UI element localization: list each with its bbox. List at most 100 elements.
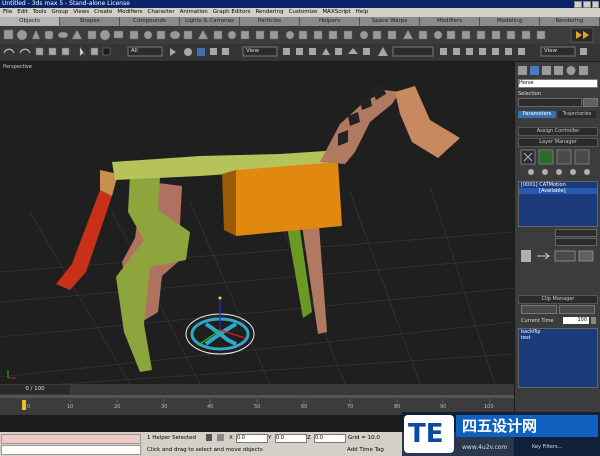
hose-icon[interactable] xyxy=(285,30,295,40)
layer-list[interactable]: [0001] CATMotion [Available] xyxy=(518,181,598,227)
capsule-icon[interactable] xyxy=(240,30,250,40)
tab-shapes[interactable]: Shapes xyxy=(60,17,120,26)
tab-objects[interactable]: Objects xyxy=(0,17,60,26)
selection-set-button[interactable] xyxy=(583,98,598,107)
oiltank-icon[interactable] xyxy=(169,30,181,40)
torus-icon[interactable] xyxy=(57,31,69,39)
wall-icon[interactable] xyxy=(387,30,397,40)
cylinder-icon[interactable] xyxy=(44,30,54,40)
select-by-name-icon[interactable] xyxy=(90,47,99,56)
pivot-center-icon[interactable] xyxy=(283,48,290,55)
redo-icon[interactable] xyxy=(19,48,31,54)
layer-item[interactable]: [Available] xyxy=(519,188,597,194)
selection-dropdown[interactable] xyxy=(518,98,582,107)
chamferbox-icon[interactable] xyxy=(156,30,166,40)
render-scene-icon[interactable] xyxy=(479,48,486,55)
menu-graph-editors[interactable]: Graph Editors xyxy=(213,8,251,17)
y-coord-field[interactable]: 0.0 xyxy=(275,434,307,443)
bind-spacewarp-icon[interactable] xyxy=(61,47,70,56)
perspective-viewport[interactable]: Perspective xyxy=(0,62,514,384)
gengon-icon[interactable] xyxy=(197,29,209,40)
time-slider[interactable]: 0 / 100 xyxy=(0,385,70,394)
morph-icon[interactable] xyxy=(521,30,531,40)
menu-character[interactable]: Character xyxy=(148,8,175,17)
sphere-icon[interactable] xyxy=(16,29,28,41)
tube-icon[interactable] xyxy=(87,30,97,40)
horse-head[interactable] xyxy=(395,86,460,158)
object-name-field[interactable]: Horse xyxy=(518,79,598,88)
select-rotate-icon[interactable] xyxy=(184,48,192,56)
terrain-icon[interactable] xyxy=(491,30,501,40)
door-icon[interactable] xyxy=(328,30,338,40)
menu-views[interactable]: Views xyxy=(73,8,89,17)
hedra-icon[interactable] xyxy=(143,30,153,40)
minimize-button[interactable] xyxy=(574,1,582,8)
boolean-icon[interactable] xyxy=(446,30,456,40)
lock-selection-icon[interactable] xyxy=(206,434,212,441)
layer-collapse-icon[interactable] xyxy=(584,169,590,175)
horse-tail[interactable] xyxy=(56,190,112,290)
select-object-icon[interactable] xyxy=(79,47,87,58)
layer-extra-icon[interactable] xyxy=(578,250,594,262)
maximize-button[interactable] xyxy=(583,1,591,8)
foliage-icon[interactable] xyxy=(359,30,369,40)
display-tab-icon[interactable] xyxy=(566,66,576,75)
ringwave-icon[interactable] xyxy=(298,30,308,40)
nurbs-icon[interactable] xyxy=(418,30,428,40)
named-selection-icon[interactable] xyxy=(378,47,388,56)
layer-timewarp-field[interactable] xyxy=(555,238,597,246)
angle-snap-icon[interactable] xyxy=(335,48,342,55)
maxscript-listener[interactable] xyxy=(1,434,141,444)
menu-edit[interactable]: Edit xyxy=(17,8,28,17)
menu-maxscript[interactable]: MAXScript xyxy=(322,8,350,17)
conform-icon[interactable] xyxy=(476,30,486,40)
cat-helper-icon[interactable] xyxy=(185,296,255,355)
layer-weight-field[interactable] xyxy=(555,229,597,237)
teapot-icon[interactable] xyxy=(113,30,124,39)
modify-tab-icon[interactable] xyxy=(530,66,539,75)
squash-icon[interactable] xyxy=(222,48,229,55)
layer-key-icon[interactable] xyxy=(521,250,531,262)
menu-rendering[interactable]: Rendering xyxy=(255,8,283,17)
schematic-view-icon[interactable] xyxy=(453,48,460,55)
tab-compounds[interactable]: Compounds xyxy=(120,17,180,26)
ribcage-side[interactable] xyxy=(222,170,236,236)
scatter-icon[interactable] xyxy=(461,30,471,40)
tab-trajectories[interactable]: Trajectories xyxy=(558,111,596,118)
window-icon[interactable] xyxy=(343,30,353,40)
menu-animation[interactable]: Animation xyxy=(180,8,208,17)
close-button[interactable] xyxy=(592,1,599,8)
horse-neck[interactable] xyxy=(320,90,400,164)
layer-delete-icon[interactable] xyxy=(574,149,590,165)
menu-file[interactable]: File xyxy=(3,8,12,17)
horse-rig[interactable] xyxy=(56,84,460,372)
tab-parameters[interactable]: Parameters xyxy=(518,111,556,118)
key-filters-button[interactable]: Key Filters... xyxy=(532,444,562,450)
tab-lights-cameras[interactable]: Lights & Cameras xyxy=(180,17,240,26)
hierarchy-tab-icon[interactable] xyxy=(542,66,551,75)
tab-particles[interactable]: Particles xyxy=(240,17,300,26)
motion-tab-icon[interactable] xyxy=(554,66,563,75)
save-clip-button[interactable] xyxy=(521,305,557,314)
layer-tool-icon[interactable] xyxy=(554,250,576,262)
select-scale-icon[interactable] xyxy=(210,48,217,55)
quick-render-icon[interactable] xyxy=(492,48,499,55)
absolute-mode-icon[interactable] xyxy=(217,434,224,441)
menu-modifiers[interactable]: Modifiers xyxy=(117,8,142,17)
layer-up-icon[interactable] xyxy=(528,169,534,175)
menu-help[interactable]: Help xyxy=(356,8,369,17)
unlink-icon[interactable] xyxy=(48,47,57,56)
key-arrow-icon[interactable] xyxy=(537,252,550,260)
spinner-snap-icon[interactable] xyxy=(363,48,370,55)
tab-panel-arrow-icon[interactable] xyxy=(570,27,594,43)
render-last-icon[interactable] xyxy=(518,48,525,55)
region-select-icon[interactable] xyxy=(102,47,111,56)
box-icon[interactable] xyxy=(3,29,14,40)
snap-icon[interactable] xyxy=(322,48,330,55)
layer-manager-rollout[interactable]: Layer Manager xyxy=(518,138,598,147)
create-tab-icon[interactable] xyxy=(518,66,527,75)
tab-space-warps[interactable]: Space Warps xyxy=(360,17,420,26)
mesher-icon[interactable] xyxy=(506,30,516,40)
z-coord-field[interactable]: 0.0 xyxy=(314,434,346,443)
menu-group[interactable]: Group xyxy=(51,8,68,17)
